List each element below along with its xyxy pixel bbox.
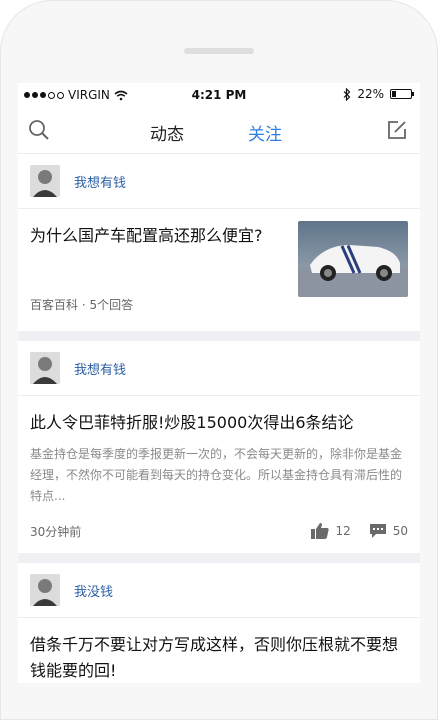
- author-name[interactable]: 我没钱: [74, 581, 113, 600]
- tab-dynamic[interactable]: 动态: [150, 120, 184, 145]
- post-title[interactable]: 此人令巴菲特折服!炒股15000次得出6条结论: [30, 410, 408, 436]
- post-footer: 30分钟前 12 50: [30, 521, 408, 541]
- avatar[interactable]: [30, 165, 60, 197]
- post-title[interactable]: 为什么国产车配置高还那么便宜?: [30, 223, 290, 249]
- author-name[interactable]: 我想有钱: [74, 359, 126, 378]
- avatar[interactable]: [30, 574, 60, 606]
- comment-icon: [369, 524, 386, 538]
- card-body[interactable]: 为什么国产车配置高还那么便宜? 百客百科 · 5个回答: [18, 209, 420, 331]
- feed-card[interactable]: 我想有钱 为什么国产车配置高还那么便宜? 百客百科 · 5个回答: [18, 154, 420, 331]
- battery-percent: 22%: [357, 87, 384, 101]
- post-thumbnail[interactable]: [298, 221, 408, 297]
- like-count: 12: [335, 524, 351, 538]
- post-excerpt[interactable]: 基金持仓是每季度的季报更新一次的，不会每天更新的，除非你是基金经理，不然你不可能…: [30, 444, 408, 507]
- phone-frame: VIRGIN 4:21 PM 22% 动态 关注 我想有钱 为什么国产车配置高还…: [0, 0, 438, 720]
- comment-button[interactable]: 50: [369, 523, 408, 539]
- post-meta: 百客百科 · 5个回答: [30, 298, 134, 312]
- like-button[interactable]: 12: [311, 523, 351, 539]
- feed-card[interactable]: 我想有钱 此人令巴菲特折服!炒股15000次得出6条结论 基金持仓是每季度的季报…: [18, 341, 420, 553]
- compose-icon[interactable]: [386, 119, 408, 141]
- app-screen: VIRGIN 4:21 PM 22% 动态 关注 我想有钱 为什么国产车配置高还…: [18, 83, 420, 683]
- phone-speaker: [184, 48, 254, 54]
- battery-icon: [390, 89, 414, 99]
- comment-count: 50: [392, 524, 408, 538]
- card-body[interactable]: 借条千万不要让对方写成这样，否则你压根就不要想钱能要的回!: [18, 618, 420, 683]
- status-bar: VIRGIN 4:21 PM 22%: [18, 83, 420, 107]
- status-right: 22%: [343, 87, 414, 101]
- post-time: 30分钟前: [30, 524, 82, 539]
- author-row[interactable]: 我想有钱: [18, 341, 420, 396]
- card-body[interactable]: 此人令巴菲特折服!炒股15000次得出6条结论 基金持仓是每季度的季报更新一次的…: [18, 396, 420, 553]
- post-title[interactable]: 借条千万不要让对方写成这样，否则你压根就不要想钱能要的回!: [30, 632, 408, 683]
- search-icon[interactable]: [28, 119, 50, 141]
- author-name[interactable]: 我想有钱: [74, 172, 126, 191]
- bluetooth-icon: [343, 87, 351, 101]
- thumbs-up-icon: [311, 523, 330, 539]
- tab-following[interactable]: 关注: [248, 120, 282, 145]
- author-row[interactable]: 我想有钱: [18, 154, 420, 209]
- avatar[interactable]: [30, 352, 60, 384]
- nav-bar: 动态 关注: [18, 107, 420, 154]
- feed-card[interactable]: 我没钱 借条千万不要让对方写成这样，否则你压根就不要想钱能要的回!: [18, 563, 420, 683]
- author-row[interactable]: 我没钱: [18, 563, 420, 618]
